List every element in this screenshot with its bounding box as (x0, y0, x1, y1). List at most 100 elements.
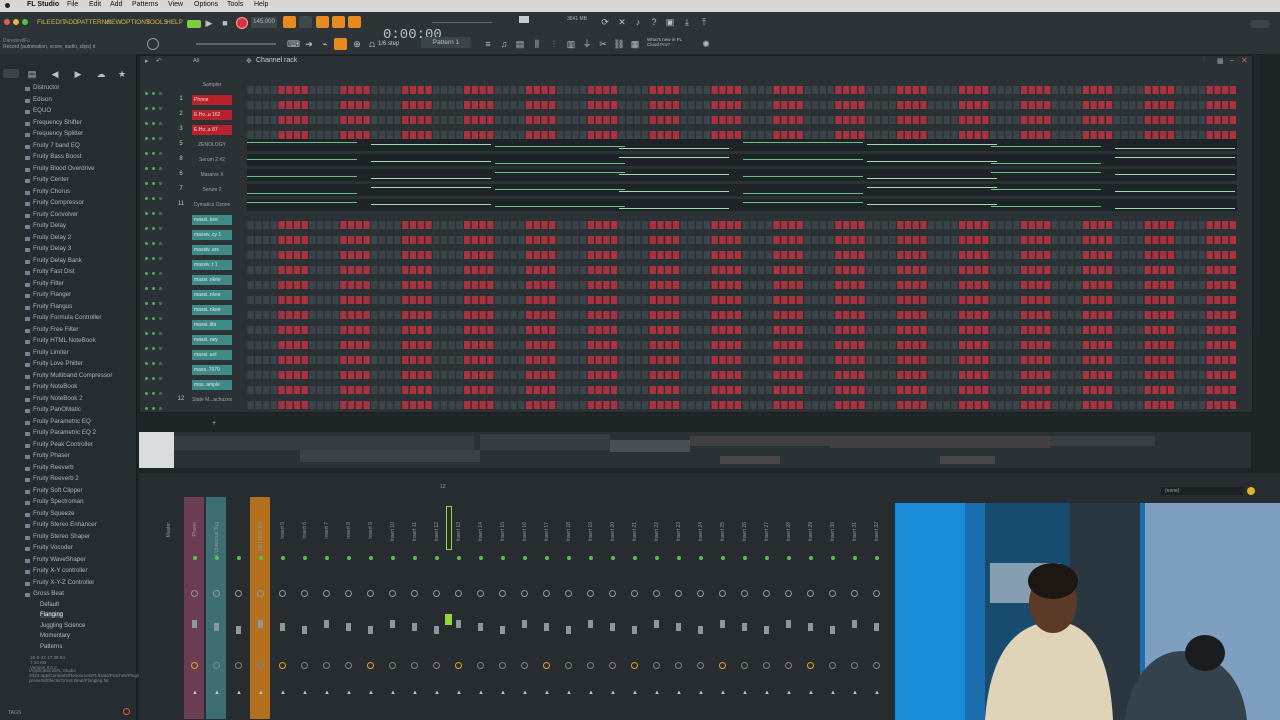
step-button[interactable] (1075, 251, 1082, 259)
step-button[interactable] (943, 236, 950, 244)
step-button[interactable] (286, 236, 293, 244)
step-button[interactable] (1214, 131, 1221, 139)
mixer-mute-led[interactable] (325, 556, 329, 560)
step-sequencer[interactable] (247, 366, 1237, 379)
step-button[interactable] (549, 296, 556, 304)
step-button[interactable] (386, 311, 393, 319)
step-button[interactable] (1082, 251, 1090, 259)
step-button[interactable] (1144, 341, 1151, 349)
step-button[interactable] (595, 251, 602, 259)
mixer-pan-knob[interactable] (675, 590, 682, 597)
step-button[interactable] (1005, 296, 1012, 304)
step-button[interactable] (378, 266, 386, 274)
step-button[interactable] (1113, 251, 1120, 259)
step-button[interactable] (456, 371, 463, 379)
add-channel-icon[interactable]: + (212, 420, 216, 427)
channel-name-button[interactable]: Serum 2 #2 (192, 155, 232, 165)
step-button[interactable] (309, 386, 316, 394)
step-button[interactable] (703, 326, 711, 334)
step-button[interactable] (858, 371, 865, 379)
step-button[interactable] (904, 266, 912, 274)
piano-roll-icon[interactable]: ♫ (498, 39, 510, 50)
step-button[interactable] (1113, 236, 1120, 244)
mixer-route-arrow-icon[interactable]: ▲ (632, 690, 638, 696)
step-button[interactable] (1214, 281, 1221, 289)
step-button[interactable] (440, 101, 448, 109)
mixer-pan-knob[interactable] (301, 590, 308, 597)
step-button[interactable] (1075, 101, 1082, 109)
step-button[interactable] (247, 116, 254, 124)
step-button[interactable] (951, 326, 958, 334)
channel-name-button[interactable]: E.Ho..a 162 (192, 110, 232, 120)
step-button[interactable] (1152, 401, 1159, 409)
step-button[interactable] (611, 326, 618, 334)
step-button[interactable] (804, 116, 811, 124)
step-button[interactable] (765, 341, 772, 349)
step-button[interactable] (317, 296, 324, 304)
step-button[interactable] (1106, 341, 1113, 349)
step-button[interactable] (495, 311, 502, 319)
step-button[interactable] (301, 356, 308, 364)
step-button[interactable] (897, 311, 904, 319)
step-button[interactable] (866, 386, 873, 394)
step-button[interactable] (1183, 296, 1190, 304)
step-button[interactable] (611, 101, 618, 109)
step-button[interactable] (433, 131, 440, 139)
step-button[interactable] (1214, 341, 1221, 349)
step-sequencer[interactable] (247, 396, 1237, 409)
menu-help[interactable]: Help (254, 1, 268, 8)
step-button[interactable] (1044, 326, 1051, 334)
step-button[interactable] (1229, 401, 1236, 409)
step-button[interactable] (371, 266, 378, 274)
step-button[interactable] (1036, 371, 1043, 379)
step-button[interactable] (324, 251, 332, 259)
step-button[interactable] (1198, 281, 1206, 289)
browser-item[interactable]: EQUO (33, 107, 51, 114)
step-button[interactable] (1044, 131, 1051, 139)
step-button[interactable] (518, 386, 525, 394)
step-button[interactable] (378, 101, 386, 109)
step-button[interactable] (734, 251, 741, 259)
step-button[interactable] (912, 281, 919, 289)
step-button[interactable] (850, 371, 858, 379)
step-button[interactable] (951, 356, 958, 364)
step-button[interactable] (819, 311, 827, 319)
playlist-clip-block[interactable] (300, 450, 480, 462)
step-button[interactable] (1121, 221, 1128, 229)
mixer-route-arrow-icon[interactable]: ▲ (654, 690, 660, 696)
step-button[interactable] (355, 341, 363, 349)
step-button[interactable] (603, 131, 610, 139)
step-button[interactable] (1206, 296, 1213, 304)
step-button[interactable] (464, 116, 471, 124)
step-button[interactable] (935, 341, 943, 349)
browser-item[interactable]: Fruity 7 band EQ (33, 142, 80, 149)
step-button[interactable] (618, 311, 625, 319)
rack-scrollbar[interactable] (1254, 55, 1260, 335)
step-button[interactable] (1214, 266, 1221, 274)
step-button[interactable] (1113, 326, 1120, 334)
step-button[interactable] (301, 101, 308, 109)
step-button[interactable] (378, 341, 386, 349)
step-button[interactable] (866, 251, 873, 259)
step-button[interactable] (649, 386, 656, 394)
step-button[interactable] (1183, 266, 1190, 274)
metronome-button[interactable] (283, 16, 296, 28)
step-button[interactable] (881, 296, 888, 304)
step-button[interactable] (1144, 356, 1151, 364)
step-button[interactable] (541, 401, 548, 409)
step-button[interactable] (1183, 371, 1190, 379)
step-button[interactable] (386, 341, 393, 349)
step-button[interactable] (889, 86, 896, 94)
step-button[interactable] (719, 401, 726, 409)
step-button[interactable] (928, 356, 935, 364)
step-button[interactable] (943, 266, 950, 274)
step-button[interactable] (371, 236, 378, 244)
step-button[interactable] (332, 371, 339, 379)
step-button[interactable] (657, 116, 664, 124)
menu-options[interactable]: Options (194, 1, 218, 8)
step-button[interactable] (827, 281, 834, 289)
step-button[interactable] (417, 386, 424, 394)
step-button[interactable] (425, 326, 432, 334)
step-button[interactable] (1152, 101, 1159, 109)
step-button[interactable] (1005, 371, 1012, 379)
